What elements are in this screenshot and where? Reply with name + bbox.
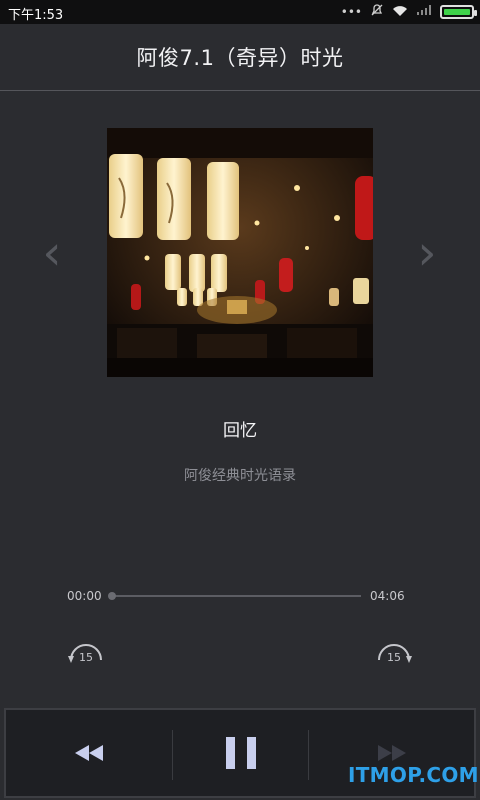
- rewind-button[interactable]: [6, 710, 172, 796]
- more-icon: •••: [340, 5, 362, 19]
- forward-15-button[interactable]: 15: [374, 640, 414, 672]
- rewind-15-label: 15: [79, 651, 93, 664]
- battery-icon: [440, 5, 477, 19]
- chevron-right-icon[interactable]: ›: [412, 229, 442, 277]
- chevron-left-icon[interactable]: ‹: [37, 229, 67, 277]
- progress-area: 00:00 04:06: [0, 586, 480, 606]
- status-bar: 下午1:53 •••: [0, 0, 480, 24]
- track-title: 回忆: [223, 421, 257, 441]
- progress-thumb[interactable]: [108, 592, 116, 600]
- rewind-15-button[interactable]: 15: [66, 640, 106, 672]
- time-current: 00:00: [67, 589, 102, 603]
- forward-15-label: 15: [387, 651, 401, 664]
- progress-slider[interactable]: [110, 595, 361, 597]
- rewind-icon: [75, 745, 103, 761]
- status-time: 下午1:53: [8, 8, 64, 23]
- header: 阿俊7.1（奇异）时光: [0, 24, 480, 91]
- pause-button[interactable]: [173, 710, 308, 796]
- album-art: [107, 128, 373, 377]
- battery-level: [444, 9, 470, 15]
- track-subtitle: 阿俊经典时光语录: [184, 468, 296, 484]
- notification-off-icon: [370, 3, 384, 21]
- wifi-icon: [392, 4, 408, 21]
- fast-forward-icon: [377, 745, 406, 761]
- time-total: 04:06: [370, 589, 405, 603]
- watermark: ITMOP.COM: [348, 763, 479, 787]
- status-icons: •••: [340, 3, 477, 21]
- restaurant-lanterns-photo: [107, 128, 373, 377]
- signal-icon: [416, 4, 432, 20]
- page-title: 阿俊7.1（奇异）时光: [136, 46, 344, 70]
- pause-icon: [225, 737, 256, 769]
